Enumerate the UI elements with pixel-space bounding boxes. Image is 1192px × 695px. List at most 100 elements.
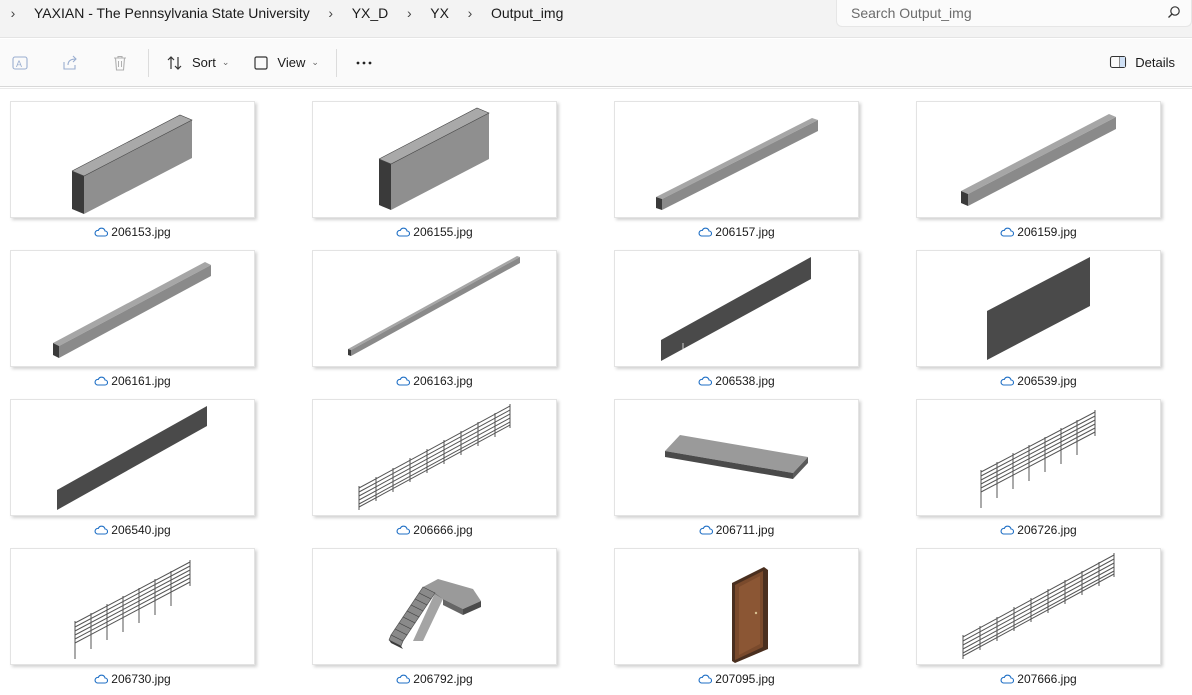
file-name[interactable]: 206159.jpg (916, 225, 1161, 239)
file-thumbnail[interactable] (916, 548, 1161, 665)
cloud-icon (396, 227, 411, 237)
file-tile[interactable]: 206666.jpg (312, 392, 557, 539)
file-name[interactable]: 206711.jpg (614, 523, 859, 537)
file-name[interactable]: 206163.jpg (312, 374, 557, 388)
thumb-image-door (732, 567, 768, 663)
file-name[interactable]: 206666.jpg (312, 523, 557, 537)
view-icon (254, 55, 268, 70)
toolbar-divider (335, 48, 337, 77)
file-thumbnail[interactable] (916, 101, 1161, 218)
file-tile[interactable]: 207666.jpg (916, 541, 1161, 688)
search-box[interactable] (836, 0, 1192, 27)
file-name[interactable]: 206155.jpg (312, 225, 557, 239)
file-tile[interactable]: 206539.jpg (916, 243, 1161, 390)
thumb-image-railing (980, 410, 1096, 508)
file-thumbnail[interactable] (916, 250, 1161, 367)
search-input[interactable] (851, 5, 1151, 21)
trash-icon (114, 55, 126, 71)
details-label: Details (1135, 54, 1175, 70)
divider (0, 88, 1192, 89)
thumb-image-beam (656, 118, 818, 210)
file-thumbnail[interactable] (312, 399, 557, 516)
chevron-right-icon[interactable]: › (457, 5, 483, 21)
thumb-image-railing (74, 560, 191, 659)
cloud-icon (396, 674, 411, 684)
file-tile[interactable]: 206538.jpg (614, 243, 859, 390)
breadcrumb-item-root[interactable]: YAXIAN - The Pennsylvania State Universi… (26, 5, 318, 21)
file-thumbnail[interactable] (10, 101, 255, 218)
file-name[interactable]: 206792.jpg (312, 672, 557, 686)
file-name[interactable]: 206157.jpg (614, 225, 859, 239)
file-thumbnail[interactable] (614, 250, 859, 367)
cloud-icon (1000, 227, 1015, 237)
file-tile[interactable]: 206155.jpg (312, 94, 557, 241)
file-thumbnail[interactable] (614, 101, 859, 218)
file-name[interactable]: 206539.jpg (916, 374, 1161, 388)
file-thumbnail[interactable] (10, 399, 255, 516)
file-name[interactable]: 207095.jpg (614, 672, 859, 686)
file-tile[interactable]: 206157.jpg (614, 94, 859, 241)
file-name[interactable]: 207666.jpg (916, 672, 1161, 686)
sort-label: Sort (192, 55, 216, 70)
file-name[interactable]: 206730.jpg (10, 672, 255, 686)
sort-icon (167, 55, 182, 70)
file-name[interactable]: 206153.jpg (10, 225, 255, 239)
file-name[interactable]: 206161.jpg (10, 374, 255, 388)
file-tile[interactable]: 206159.jpg (916, 94, 1161, 241)
chevron-down-icon: ⌄ (311, 57, 319, 67)
search-icon[interactable] (1167, 5, 1181, 19)
thumb-image-panel (57, 406, 207, 510)
sort-button[interactable]: Sort ⌄ (157, 47, 238, 79)
breadcrumb-item-yx-d[interactable]: YX_D (344, 5, 397, 21)
file-tile[interactable]: 206153.jpg (10, 94, 255, 241)
share-icon (63, 55, 77, 70)
chevron-right-icon[interactable]: › (318, 5, 344, 21)
file-thumbnail[interactable] (614, 399, 859, 516)
delete-button[interactable] (102, 47, 138, 79)
file-thumbnail[interactable] (916, 399, 1161, 516)
view-label: View (277, 55, 306, 70)
file-tile[interactable]: 206730.jpg (10, 541, 255, 688)
file-tile[interactable]: 206163.jpg (312, 243, 557, 390)
thumb-image-beam (961, 114, 1116, 206)
address-bar: › YAXIAN - The Pennsylvania State Univer… (0, 0, 1192, 38)
cloud-icon (94, 674, 109, 684)
rename-button[interactable]: A (2, 47, 38, 79)
file-tile[interactable]: 207095.jpg (614, 541, 859, 688)
file-tile[interactable]: 206540.jpg (10, 392, 255, 539)
thumb-image-panel (661, 257, 811, 361)
details-button[interactable]: Details (1100, 46, 1184, 78)
details-pane-icon (1110, 55, 1127, 69)
breadcrumb-item-yx[interactable]: YX (422, 5, 457, 21)
file-name[interactable]: 206538.jpg (614, 374, 859, 388)
rename-icon: A (12, 55, 28, 70)
cloud-icon (94, 376, 109, 386)
cloud-icon (396, 376, 411, 386)
more-options-button[interactable] (345, 47, 383, 79)
file-name[interactable]: 206726.jpg (916, 523, 1161, 537)
file-tile[interactable]: 206726.jpg (916, 392, 1161, 539)
chevron-right-icon[interactable]: › (0, 5, 26, 21)
share-button[interactable] (52, 47, 88, 79)
view-button[interactable]: View ⌄ (244, 47, 328, 79)
chevron-right-icon[interactable]: › (396, 5, 422, 21)
thumb-image-railing (358, 404, 511, 510)
file-tile[interactable]: 206161.jpg (10, 243, 255, 390)
file-tile[interactable]: 206711.jpg (614, 392, 859, 539)
svg-text:A: A (16, 59, 22, 69)
more-icon (356, 61, 372, 64)
toolbar-divider (148, 48, 149, 77)
thumb-image-panel (987, 257, 1090, 360)
thumb-image-wall (378, 107, 490, 210)
file-thumbnail[interactable] (10, 250, 255, 367)
file-thumbnail[interactable] (312, 548, 557, 665)
file-thumbnail[interactable] (614, 548, 859, 665)
breadcrumb-item-output-img[interactable]: Output_img (483, 5, 571, 21)
file-thumbnail[interactable] (10, 548, 255, 665)
file-tile[interactable]: 206792.jpg (312, 541, 557, 688)
chevron-down-icon: ⌄ (221, 57, 230, 67)
file-name[interactable]: 206540.jpg (10, 523, 255, 537)
file-thumbnail[interactable] (312, 250, 557, 367)
command-bar: A Sort ⌄ View ⌄ Details (0, 39, 1192, 86)
file-thumbnail[interactable] (312, 101, 557, 218)
